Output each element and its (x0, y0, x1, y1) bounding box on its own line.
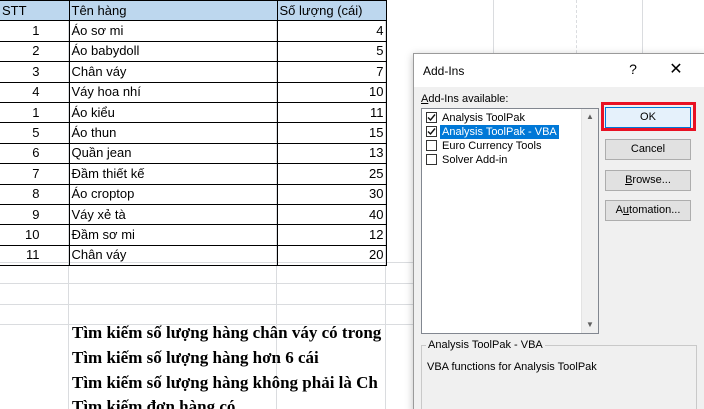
cell-stt[interactable]: 2 (0, 40, 70, 63)
task-line[interactable]: Tìm kiếm đơn hàng có (72, 396, 432, 409)
add-in-checkbox[interactable] (426, 154, 437, 165)
task-line[interactable]: Tìm kiếm số lượng hàng chân váy có trong (72, 322, 432, 344)
cell-quantity[interactable]: 13 (276, 142, 387, 165)
dialog-title: Add-Ins (423, 64, 465, 78)
table-row: 8 Áo croptop 30 (0, 183, 387, 205)
table-row: 9 Váy xẻ tà 40 (0, 203, 387, 226)
product-table: STT Tên hàng Số lượng (cái) 1 Áo sơ mi 4 2 Á… (0, 0, 387, 267)
scroll-up-icon[interactable]: ▲ (585, 112, 595, 122)
cell-name[interactable]: Áo babydoll (68, 40, 278, 63)
cell-quantity[interactable]: 25 (276, 163, 387, 185)
cell-stt[interactable]: 3 (0, 61, 70, 83)
checkmark-icon (427, 114, 436, 122)
browse-button[interactable]: Browse... (605, 170, 691, 191)
table-row: 11 Chân váy 20 (0, 244, 387, 267)
add-in-label: Analysis ToolPak - VBA (440, 125, 559, 139)
table-header-row: STT Tên hàng Số lượng (cái) (0, 0, 387, 22)
cell-name[interactable]: Áo thun (68, 122, 278, 144)
list-scrollbar[interactable]: ▲ ▼ (581, 109, 598, 333)
table-row: 3 Chân váy 7 (0, 61, 387, 83)
add-ins-list[interactable]: Analysis ToolPak Analysis ToolPak - VBA Eu… (421, 108, 599, 334)
header-name[interactable]: Tên hàng (68, 0, 278, 22)
cell-quantity[interactable]: 10 (276, 81, 387, 103)
cancel-button[interactable]: Cancel (605, 139, 691, 160)
cell-name[interactable]: Áo croptop (68, 183, 278, 205)
add-in-label: Euro Currency Tools (442, 140, 542, 152)
header-stt[interactable]: STT (0, 0, 70, 22)
cell-stt[interactable]: 11 (0, 244, 70, 267)
cell-name[interactable]: Đầm thiết kế (68, 163, 278, 185)
add-in-checkbox[interactable] (426, 112, 437, 123)
description-group: Analysis ToolPak - VBA VBA functions for… (421, 339, 697, 409)
description-title: Analysis ToolPak - VBA (426, 339, 545, 351)
cell-stt[interactable]: 1 (0, 20, 70, 42)
cell-quantity[interactable]: 7 (276, 61, 387, 83)
table-row: 1 Áo sơ mi 4 (0, 20, 387, 42)
cell-stt[interactable]: 8 (0, 183, 70, 205)
cell-quantity[interactable]: 4 (276, 20, 387, 42)
add-in-item[interactable]: Solver Add-in (425, 153, 583, 167)
add-in-item[interactable]: Euro Currency Tools (425, 139, 583, 153)
description-frame (421, 345, 697, 409)
help-icon[interactable]: ? (625, 61, 641, 79)
scroll-down-icon[interactable]: ▼ (585, 320, 595, 330)
cell-quantity[interactable]: 5 (276, 40, 387, 63)
cell-name[interactable]: Quần jean (68, 142, 278, 165)
description-text: VBA functions for Analysis ToolPak (427, 361, 597, 373)
cell-stt[interactable]: 4 (0, 81, 70, 103)
cell-name[interactable]: Váy hoa nhí (68, 81, 278, 103)
add-in-label: Analysis ToolPak (442, 112, 525, 124)
cell-quantity[interactable]: 40 (276, 203, 387, 226)
cell-quantity[interactable]: 20 (276, 244, 387, 267)
checkmark-icon (427, 128, 436, 136)
add-in-checkbox[interactable] (426, 126, 437, 137)
add-in-checkbox[interactable] (426, 140, 437, 151)
task-line[interactable]: Tìm kiếm số lượng hàng không phải là Ch (72, 372, 432, 394)
cell-stt[interactable]: 9 (0, 203, 70, 226)
add-ins-dialog: Add-Ins ? ✕ Add-Ins available: Analysis … (413, 53, 704, 409)
close-icon[interactable]: ✕ (665, 59, 687, 81)
header-quantity[interactable]: Số lượng (cái) (276, 0, 387, 22)
table-row: 2 Áo babydoll 5 (0, 40, 387, 63)
cell-quantity[interactable]: 15 (276, 122, 387, 144)
automation-button[interactable]: Automation... (605, 200, 691, 221)
task-line[interactable]: Tìm kiếm số lượng hàng hơn 6 cái (72, 347, 432, 369)
add-ins-available-label: Add-Ins available: (421, 93, 509, 105)
cell-name[interactable]: Áo sơ mi (68, 20, 278, 42)
table-row: 6 Quần jean 13 (0, 142, 387, 165)
ok-button[interactable]: OK (605, 107, 691, 128)
cell-stt[interactable]: 6 (0, 142, 70, 165)
table-row: 1 Áo kiểu 11 (0, 101, 387, 124)
table-row: 5 Áo thun 15 (0, 122, 387, 144)
add-in-item[interactable]: Analysis ToolPak - VBA (425, 125, 583, 139)
dialog-titlebar[interactable]: Add-Ins ? ✕ (414, 54, 704, 87)
add-in-label: Solver Add-in (442, 154, 508, 166)
cell-name[interactable]: Đầm sơ mi (68, 224, 278, 246)
cell-name[interactable]: Áo kiểu (68, 101, 278, 124)
cell-quantity[interactable]: 30 (276, 183, 387, 205)
table-row: 10 Đầm sơ mi 12 (0, 224, 387, 246)
cell-name[interactable]: Chân váy (68, 244, 278, 267)
add-in-item[interactable]: Analysis ToolPak (425, 111, 583, 125)
cell-stt[interactable]: 1 (0, 101, 70, 124)
cell-stt[interactable]: 7 (0, 163, 70, 185)
cell-quantity[interactable]: 12 (276, 224, 387, 246)
table-row: 7 Đầm thiết kế 25 (0, 163, 387, 185)
cell-name[interactable]: Chân váy (68, 61, 278, 83)
cell-stt[interactable]: 10 (0, 224, 70, 246)
cell-stt[interactable]: 5 (0, 122, 70, 144)
cell-quantity[interactable]: 11 (276, 101, 387, 124)
table-row: 4 Váy hoa nhí 10 (0, 81, 387, 103)
cell-name[interactable]: Váy xẻ tà (68, 203, 278, 226)
